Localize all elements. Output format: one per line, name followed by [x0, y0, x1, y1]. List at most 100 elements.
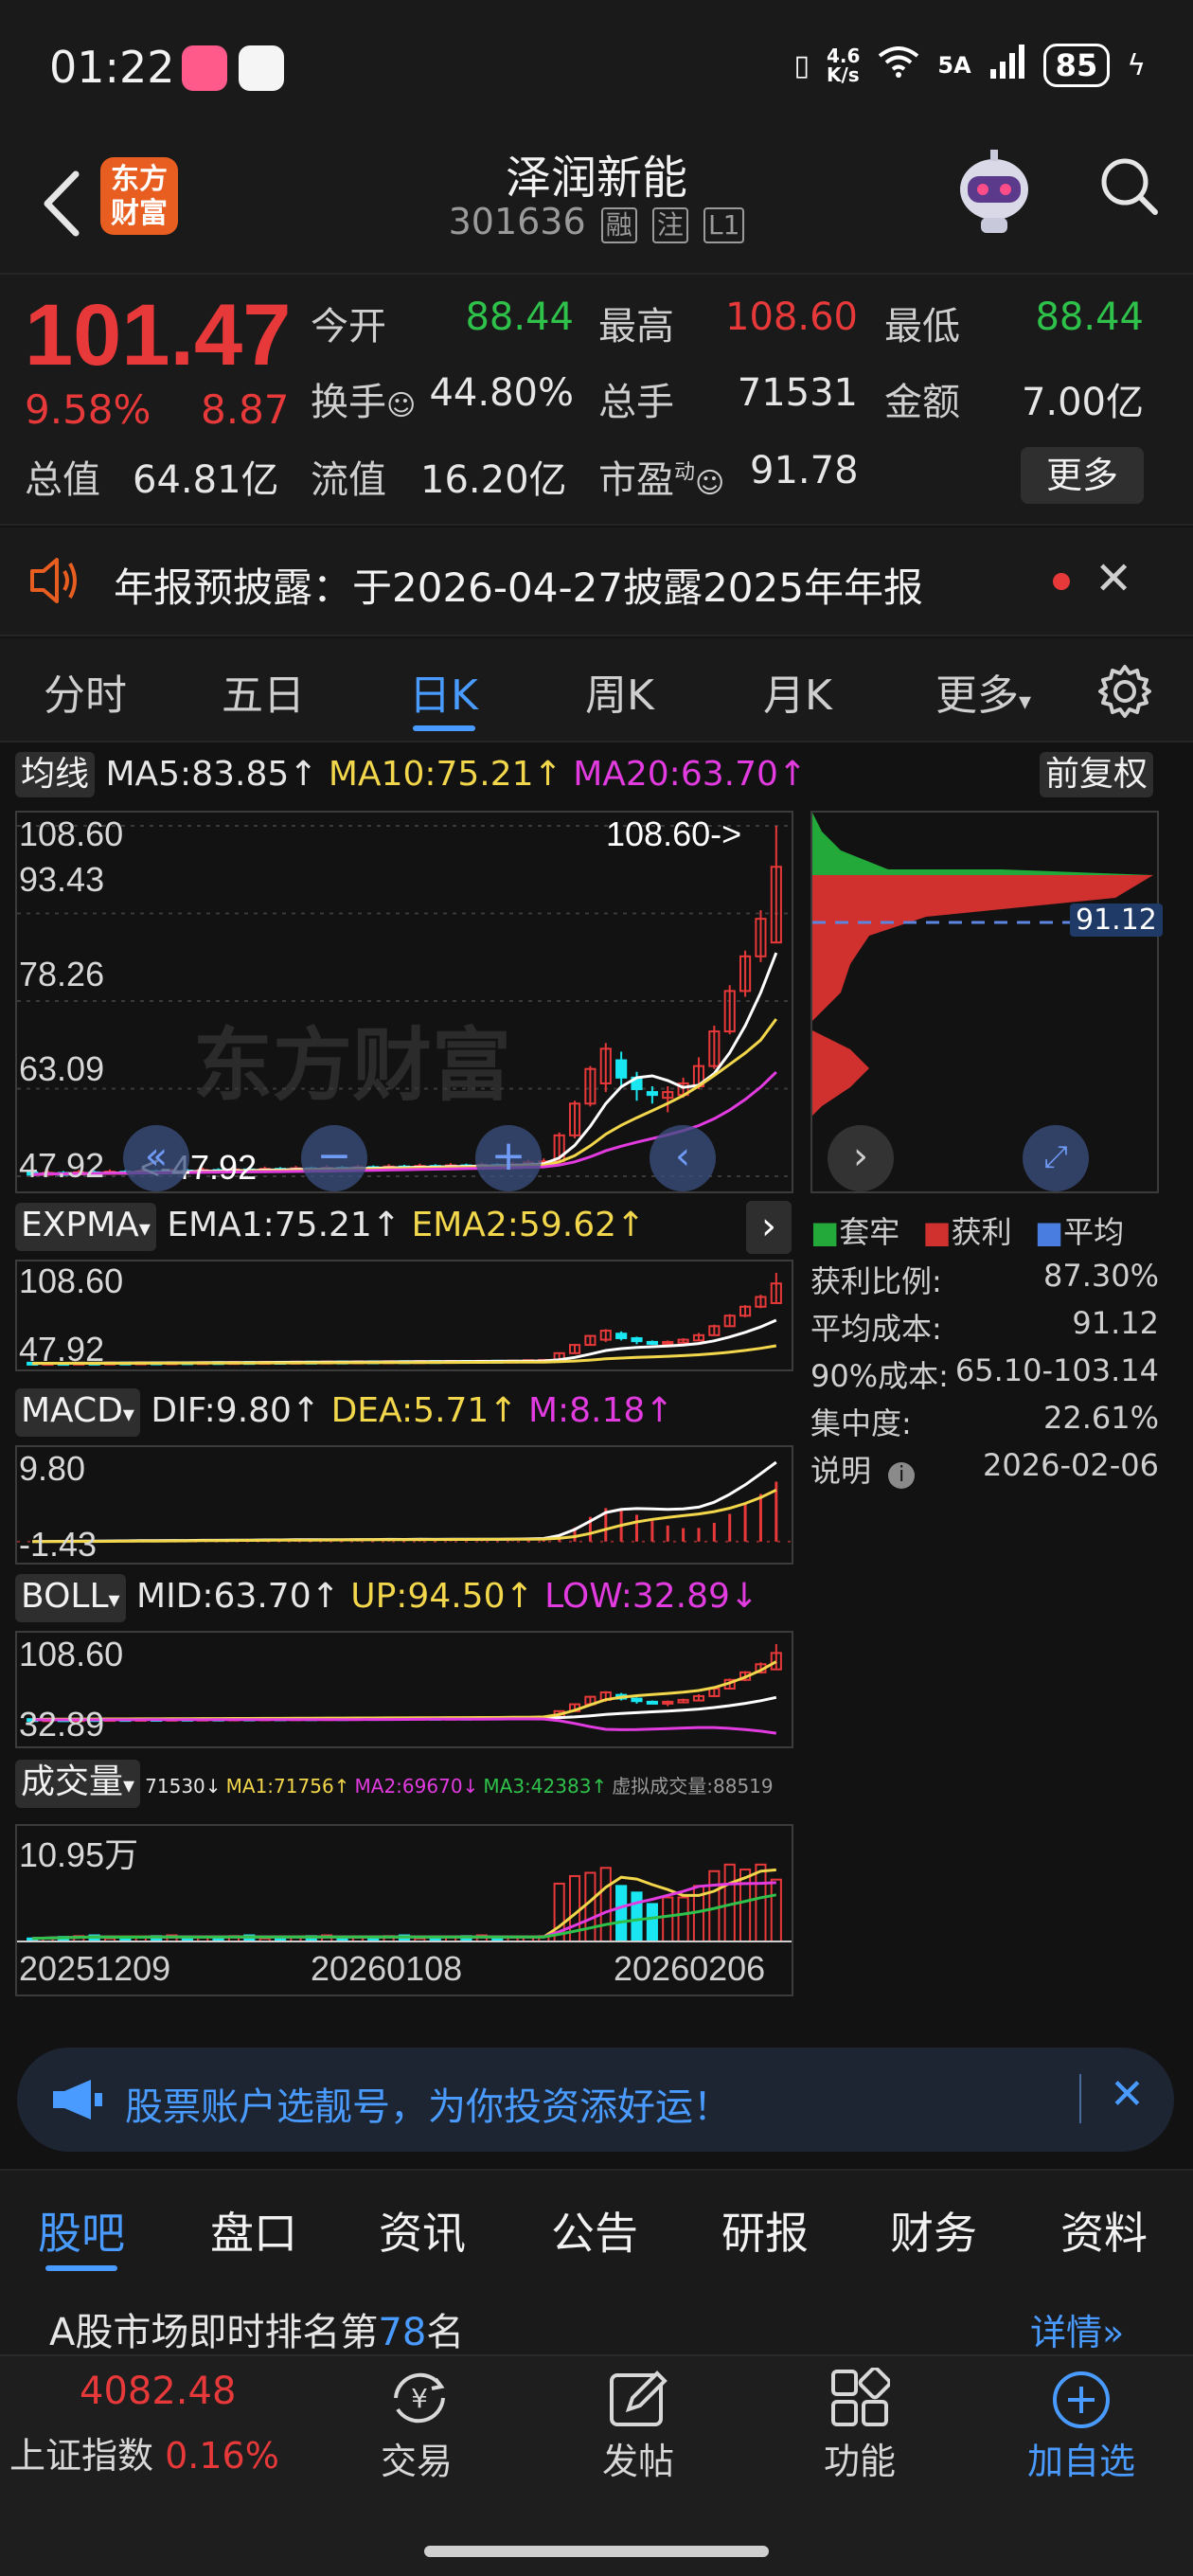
ai-assistant-robot-icon[interactable]	[947, 144, 1042, 239]
volume-bar	[599, 1867, 612, 1942]
index-row[interactable]: 上证指数 0.16%	[9, 2426, 279, 2478]
expand-indicators-button[interactable]: ›	[746, 1201, 792, 1254]
chevron-right-icon[interactable]: ›	[828, 1125, 894, 1191]
details-label: 详情	[1030, 2312, 1103, 2353]
candle-body	[662, 1700, 674, 1705]
y-tick-min: 47.92	[19, 1146, 105, 1185]
low-label: 最低	[884, 305, 960, 349]
chip-note-row[interactable]: 说明 i 2026-02-06	[810, 1447, 1159, 1491]
dea-legend: DEA:5.71↑	[330, 1391, 518, 1430]
zoom-in-button[interactable]: +	[475, 1125, 542, 1191]
zoom-out-button[interactable]: −	[301, 1125, 367, 1191]
tab-stock-forum[interactable]: 股吧	[38, 2199, 125, 2262]
svg-text:¥: ¥	[411, 2383, 428, 2414]
nav-trade[interactable]: ¥ 交易	[322, 2356, 511, 2482]
details-link[interactable]: 详情»	[1030, 2303, 1124, 2355]
notice-text: 年报预披露：于2026-04-27披露2025年年报	[114, 564, 923, 611]
volume-tag-label: 成交量	[21, 1762, 124, 1801]
nav-functions[interactable]: 功能	[765, 2356, 954, 2482]
boll-low-line	[32, 1717, 776, 1735]
turnover-label: 换手☺	[311, 371, 416, 426]
index-name: 上证指数	[9, 2435, 154, 2477]
bilibili-app-icon	[182, 45, 227, 91]
cost90-value: 65.10-103.14	[954, 1352, 1159, 1388]
caret-down-icon: ▾	[122, 1401, 134, 1427]
chip-distribution-panel[interactable]: 91.12 › ⤢	[810, 811, 1163, 1193]
search-icon	[1101, 158, 1158, 215]
high-label: 最高	[598, 305, 674, 349]
nav-add-watchlist[interactable]: 加自选	[987, 2356, 1176, 2482]
index-change-pct: 0.16%	[165, 2435, 279, 2477]
more-button[interactable]: 更多	[1021, 447, 1144, 504]
nav-trade-label: 交易	[380, 2441, 453, 2482]
nav-post[interactable]: 发帖	[543, 2356, 733, 2482]
tab-news[interactable]: 资讯	[379, 2199, 466, 2262]
bottom-nav: 4082.48 上证指数 0.16% ¥ 交易 发帖 功能 加自选	[0, 2354, 1193, 2576]
candlestick-panel[interactable]: 东方财富 108.60 93.43 78.26 63.09 47.92 108.…	[15, 811, 793, 1193]
max-price-marker: 108.60->	[606, 814, 742, 853]
amount-label: 金额	[884, 381, 960, 424]
change-percent: 9.58%	[25, 386, 151, 433]
caret-down-icon: ▾	[138, 1215, 151, 1242]
tab-announcements[interactable]: 公告	[551, 2199, 638, 2262]
close-icon[interactable]: ✕	[1095, 552, 1132, 605]
ranking-number: 78	[378, 2311, 427, 2354]
quote-panel: 101.47 9.58% 8.87 今开 88.44 最高 108.60 最低 …	[0, 275, 1193, 526]
volume-bar	[755, 1863, 767, 1943]
tab-weekly-k[interactable]: 周K	[585, 661, 654, 722]
tab-profile[interactable]: 资料	[1060, 2199, 1148, 2262]
boll-indicator-selector[interactable]: BOLL▾	[15, 1574, 126, 1622]
ranking-row[interactable]: A股市场即时排名第78名 详情»	[0, 2279, 1193, 2354]
volume-label: 总手	[598, 381, 674, 424]
adjust-mode-button[interactable]: 前复权	[1040, 752, 1154, 797]
stock-header: 东方 财富 泽润新能 301636 融 注 L1	[0, 133, 1193, 275]
candle-body	[662, 1340, 674, 1345]
chart-area: 均线 MA5:83.85↑ MA10:75.21↑ MA20:63.70↑ 前复…	[0, 744, 1193, 2042]
level-tag: L1	[703, 207, 745, 243]
period-tabs: 分时 五日 日K 周K 月K 更多▾	[0, 638, 1193, 742]
tab-order-book[interactable]: 盘口	[210, 2199, 297, 2262]
tab-research[interactable]: 研报	[721, 2199, 809, 2262]
promo-banner[interactable]: 股票账户选靓号，为你投资添好运！ ✕	[17, 2048, 1174, 2152]
index-value: 4082.48	[80, 2370, 237, 2413]
low-legend: LOW:32.89↓	[544, 1577, 759, 1616]
tab-daily-k[interactable]: 日K	[409, 661, 478, 722]
megaphone-icon	[49, 2076, 106, 2127]
vol-ma2-legend: MA2:69670↓	[354, 1775, 479, 1798]
boll-chart	[27, 1644, 782, 1735]
boll-panel[interactable]: 108.60 32.89	[15, 1631, 793, 1748]
info-icon: ☺	[695, 467, 725, 500]
search-button[interactable]	[1096, 153, 1163, 220]
x-label-start: 20251209	[19, 1949, 171, 1988]
tab-intraday[interactable]: 分时	[44, 661, 127, 722]
tab-five-day[interactable]: 五日	[222, 661, 305, 722]
volume-panel[interactable]: 10.95万 20251209 20260108 20260206	[15, 1824, 793, 1996]
caret-down-icon: ▾	[123, 1772, 135, 1798]
scroll-left-fast-button[interactable]: «	[123, 1125, 189, 1191]
expand-icon[interactable]: ⤢	[1023, 1125, 1089, 1191]
notice-bar[interactable]: 年报预披露：于2026-04-27披露2025年年报 ✕	[0, 528, 1193, 636]
scroll-left-button[interactable]: ‹	[650, 1125, 716, 1191]
volume-bar	[662, 1896, 674, 1942]
macd-indicator-selector[interactable]: MACD▾	[15, 1388, 140, 1437]
status-icons: ▯ 4.6 K/s 5A 85 ϟ	[793, 44, 1146, 87]
grid-icon	[831, 2368, 890, 2426]
trapped-swatch: ■	[810, 1214, 840, 1250]
tab-monthly-k[interactable]: 月K	[763, 661, 832, 722]
low-value: 88.44	[1035, 295, 1144, 339]
ma-indicator-selector[interactable]: 均线	[15, 752, 96, 797]
note-label: 说明	[810, 1453, 872, 1489]
y-tick-2: 93.43	[19, 860, 105, 899]
x-label-mid: 20260108	[311, 1949, 463, 1988]
volume-indicator-selector[interactable]: 成交量▾	[15, 1760, 141, 1808]
close-icon[interactable]: ✕	[1110, 2070, 1145, 2119]
tab-financials[interactable]: 财务	[890, 2199, 977, 2262]
vol-ma3-legend: MA3:42383↑	[483, 1775, 608, 1798]
tab-more[interactable]: 更多▾	[935, 661, 1031, 722]
expma-indicator-selector[interactable]: EXPMA▾	[15, 1203, 156, 1251]
cost90-label: 90%成本:	[810, 1358, 949, 1394]
macd-panel[interactable]: 9.80 -1.43	[15, 1445, 793, 1565]
expma-panel[interactable]: 108.60 47.92	[15, 1260, 793, 1371]
expma-tag-label: EXPMA	[21, 1206, 139, 1244]
settings-gear-icon[interactable]	[1096, 663, 1153, 724]
